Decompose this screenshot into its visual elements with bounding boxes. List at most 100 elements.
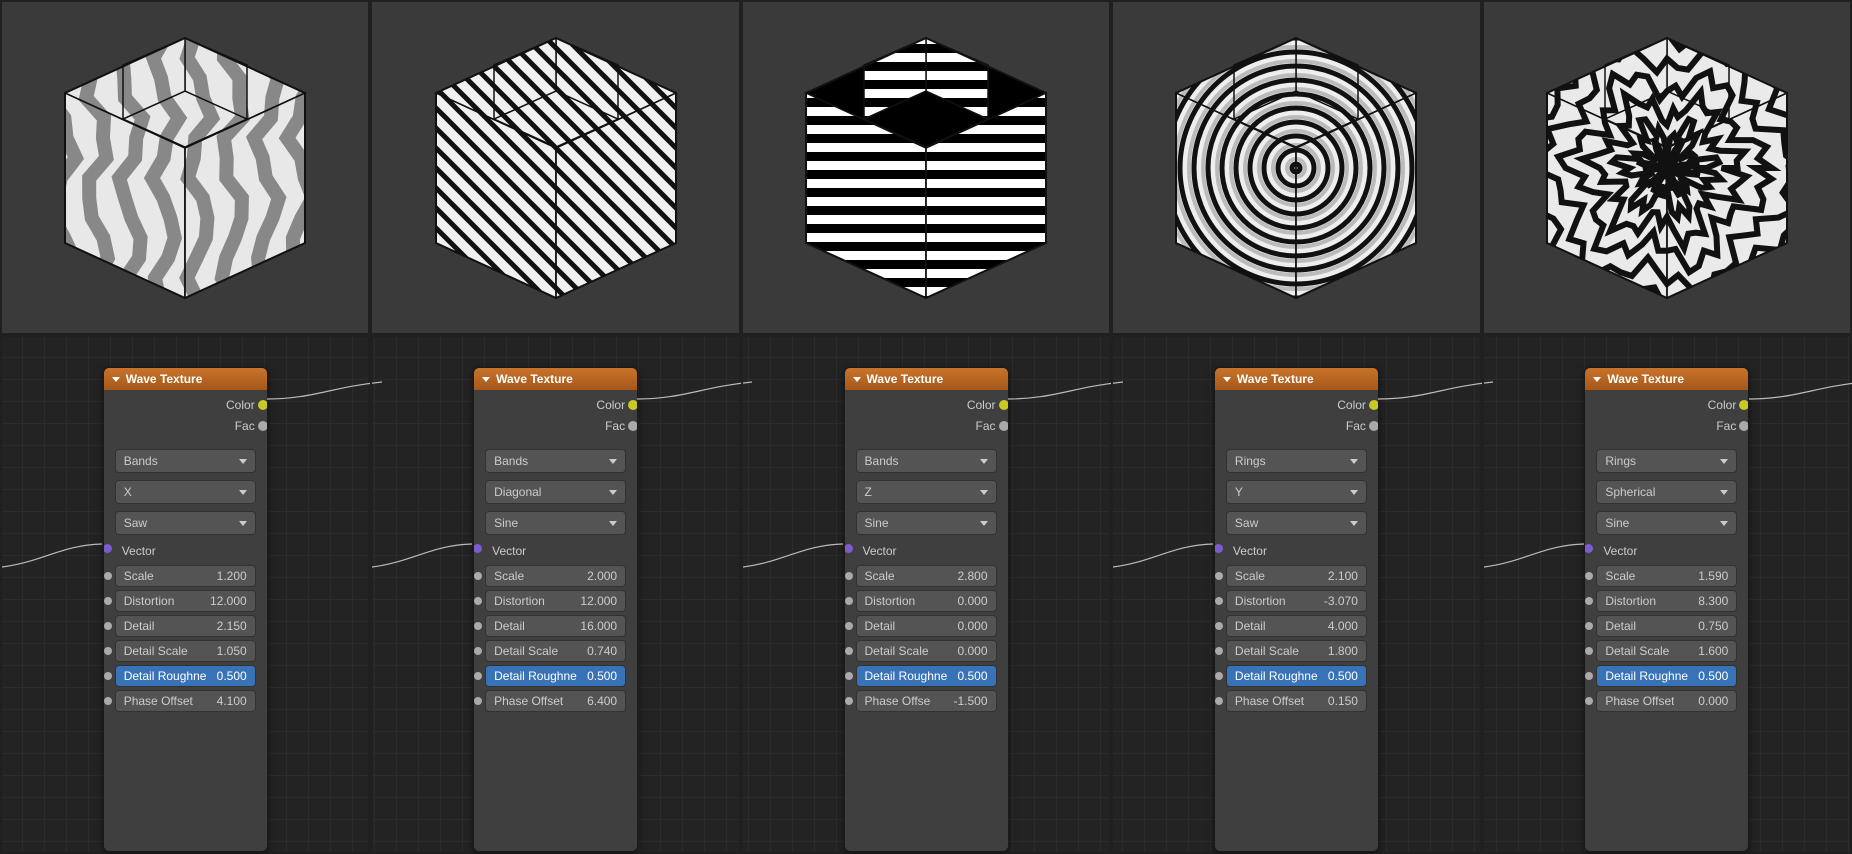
collapse-icon[interactable]: [482, 377, 490, 382]
wave-profile-dropdown[interactable]: Sine: [1596, 511, 1737, 535]
input-port[interactable]: [1215, 572, 1223, 580]
output-color[interactable]: Color: [1219, 396, 1374, 414]
input-port[interactable]: [104, 572, 112, 580]
scale-field[interactable]: Scale 2.000: [485, 565, 626, 587]
wave-texture-node[interactable]: Wave Texture Color Fac Bands X Saw: [103, 367, 268, 852]
node-header[interactable]: Wave Texture: [474, 368, 637, 390]
vector-input-port[interactable]: [473, 544, 482, 553]
input-port[interactable]: [1585, 622, 1593, 630]
collapse-icon[interactable]: [1593, 377, 1601, 382]
input-port[interactable]: [104, 697, 112, 705]
wave-texture-node[interactable]: Wave Texture Color Fac Rings Spherical S…: [1584, 367, 1749, 852]
preview-2[interactable]: [741, 0, 1111, 335]
output-color[interactable]: Color: [108, 396, 263, 414]
input-port[interactable]: [1215, 622, 1223, 630]
distortion-field[interactable]: Distortion 8.300: [1596, 590, 1737, 612]
scale-field[interactable]: Scale 2.800: [856, 565, 997, 587]
input-port[interactable]: [1585, 672, 1593, 680]
input-port[interactable]: [104, 647, 112, 655]
detail-field[interactable]: Detail 0.750: [1596, 615, 1737, 637]
phase-offset-field[interactable]: Phase Offse -1.500: [856, 690, 997, 712]
input-port[interactable]: [1585, 647, 1593, 655]
input-port[interactable]: [845, 572, 853, 580]
fac-output-port[interactable]: [628, 421, 638, 431]
input-port[interactable]: [1215, 672, 1223, 680]
wave-texture-node[interactable]: Wave Texture Color Fac Bands Z Sine: [844, 367, 1009, 852]
output-fac[interactable]: Fac: [1219, 417, 1374, 435]
vector-input-port[interactable]: [1214, 544, 1223, 553]
color-output-port[interactable]: [628, 400, 638, 410]
wave-direction-dropdown[interactable]: Z: [856, 480, 997, 504]
input-port[interactable]: [1215, 697, 1223, 705]
wave-type-dropdown[interactable]: Bands: [856, 449, 997, 473]
wave-direction-dropdown[interactable]: Diagonal: [485, 480, 626, 504]
input-port[interactable]: [845, 672, 853, 680]
vector-input[interactable]: Vector: [108, 540, 263, 562]
detail-roughness-field[interactable]: Detail Roughne 0.500: [1596, 665, 1737, 687]
editor-2[interactable]: Wave Texture Color Fac Bands Z Sine: [741, 335, 1111, 854]
input-port[interactable]: [474, 597, 482, 605]
node-header[interactable]: Wave Texture: [845, 368, 1008, 390]
detail-roughness-field[interactable]: Detail Roughne 0.500: [856, 665, 997, 687]
wave-direction-dropdown[interactable]: Y: [1226, 480, 1367, 504]
output-color[interactable]: Color: [478, 396, 633, 414]
detail-field[interactable]: Detail 16.000: [485, 615, 626, 637]
output-color[interactable]: Color: [1589, 396, 1744, 414]
wave-type-dropdown[interactable]: Bands: [485, 449, 626, 473]
detail-roughness-field[interactable]: Detail Roughne 0.500: [115, 665, 256, 687]
vector-input-port[interactable]: [103, 544, 112, 553]
preview-0[interactable]: [0, 0, 370, 335]
input-port[interactable]: [474, 622, 482, 630]
input-port[interactable]: [474, 647, 482, 655]
fac-output-port[interactable]: [999, 421, 1009, 431]
node-header[interactable]: Wave Texture: [1215, 368, 1378, 390]
editor-3[interactable]: Wave Texture Color Fac Rings Y Saw: [1111, 335, 1481, 854]
fac-output-port[interactable]: [258, 421, 268, 431]
vector-input[interactable]: Vector: [1219, 540, 1374, 562]
detail-scale-field[interactable]: Detail Scale 0.000: [856, 640, 997, 662]
detail-scale-field[interactable]: Detail Scale 1.800: [1226, 640, 1367, 662]
input-port[interactable]: [1215, 647, 1223, 655]
input-port[interactable]: [1215, 597, 1223, 605]
wave-direction-dropdown[interactable]: Spherical: [1596, 480, 1737, 504]
detail-scale-field[interactable]: Detail Scale 0.740: [485, 640, 626, 662]
wave-profile-dropdown[interactable]: Saw: [1226, 511, 1367, 535]
vector-input[interactable]: Vector: [478, 540, 633, 562]
input-port[interactable]: [1585, 597, 1593, 605]
editor-1[interactable]: Wave Texture Color Fac Bands Diagonal Si…: [370, 335, 740, 854]
input-port[interactable]: [104, 622, 112, 630]
input-port[interactable]: [845, 597, 853, 605]
distortion-field[interactable]: Distortion 0.000: [856, 590, 997, 612]
output-fac[interactable]: Fac: [478, 417, 633, 435]
input-port[interactable]: [845, 622, 853, 630]
phase-offset-field[interactable]: Phase Offset 0.000: [1596, 690, 1737, 712]
detail-roughness-field[interactable]: Detail Roughne 0.500: [485, 665, 626, 687]
phase-offset-field[interactable]: Phase Offset 0.150: [1226, 690, 1367, 712]
input-port[interactable]: [104, 672, 112, 680]
wave-type-dropdown[interactable]: Rings: [1226, 449, 1367, 473]
vector-input-port[interactable]: [1584, 544, 1593, 553]
wave-profile-dropdown[interactable]: Sine: [856, 511, 997, 535]
detail-roughness-field[interactable]: Detail Roughne 0.500: [1226, 665, 1367, 687]
distortion-field[interactable]: Distortion -3.070: [1226, 590, 1367, 612]
fac-output-port[interactable]: [1739, 421, 1749, 431]
input-port[interactable]: [474, 572, 482, 580]
scale-field[interactable]: Scale 2.100: [1226, 565, 1367, 587]
detail-field[interactable]: Detail 2.150: [115, 615, 256, 637]
wave-type-dropdown[interactable]: Bands: [115, 449, 256, 473]
phase-offset-field[interactable]: Phase Offset 6.400: [485, 690, 626, 712]
wave-profile-dropdown[interactable]: Saw: [115, 511, 256, 535]
node-header[interactable]: Wave Texture: [104, 368, 267, 390]
wave-direction-dropdown[interactable]: X: [115, 480, 256, 504]
vector-input-port[interactable]: [844, 544, 853, 553]
color-output-port[interactable]: [1369, 400, 1379, 410]
preview-4[interactable]: [1482, 0, 1852, 335]
scale-field[interactable]: Scale 1.590: [1596, 565, 1737, 587]
color-output-port[interactable]: [1739, 400, 1749, 410]
collapse-icon[interactable]: [853, 377, 861, 382]
input-port[interactable]: [104, 597, 112, 605]
color-output-port[interactable]: [999, 400, 1009, 410]
input-port[interactable]: [1585, 572, 1593, 580]
preview-3[interactable]: [1111, 0, 1481, 335]
editor-0[interactable]: Wave Texture Color Fac Bands X Saw: [0, 335, 370, 854]
